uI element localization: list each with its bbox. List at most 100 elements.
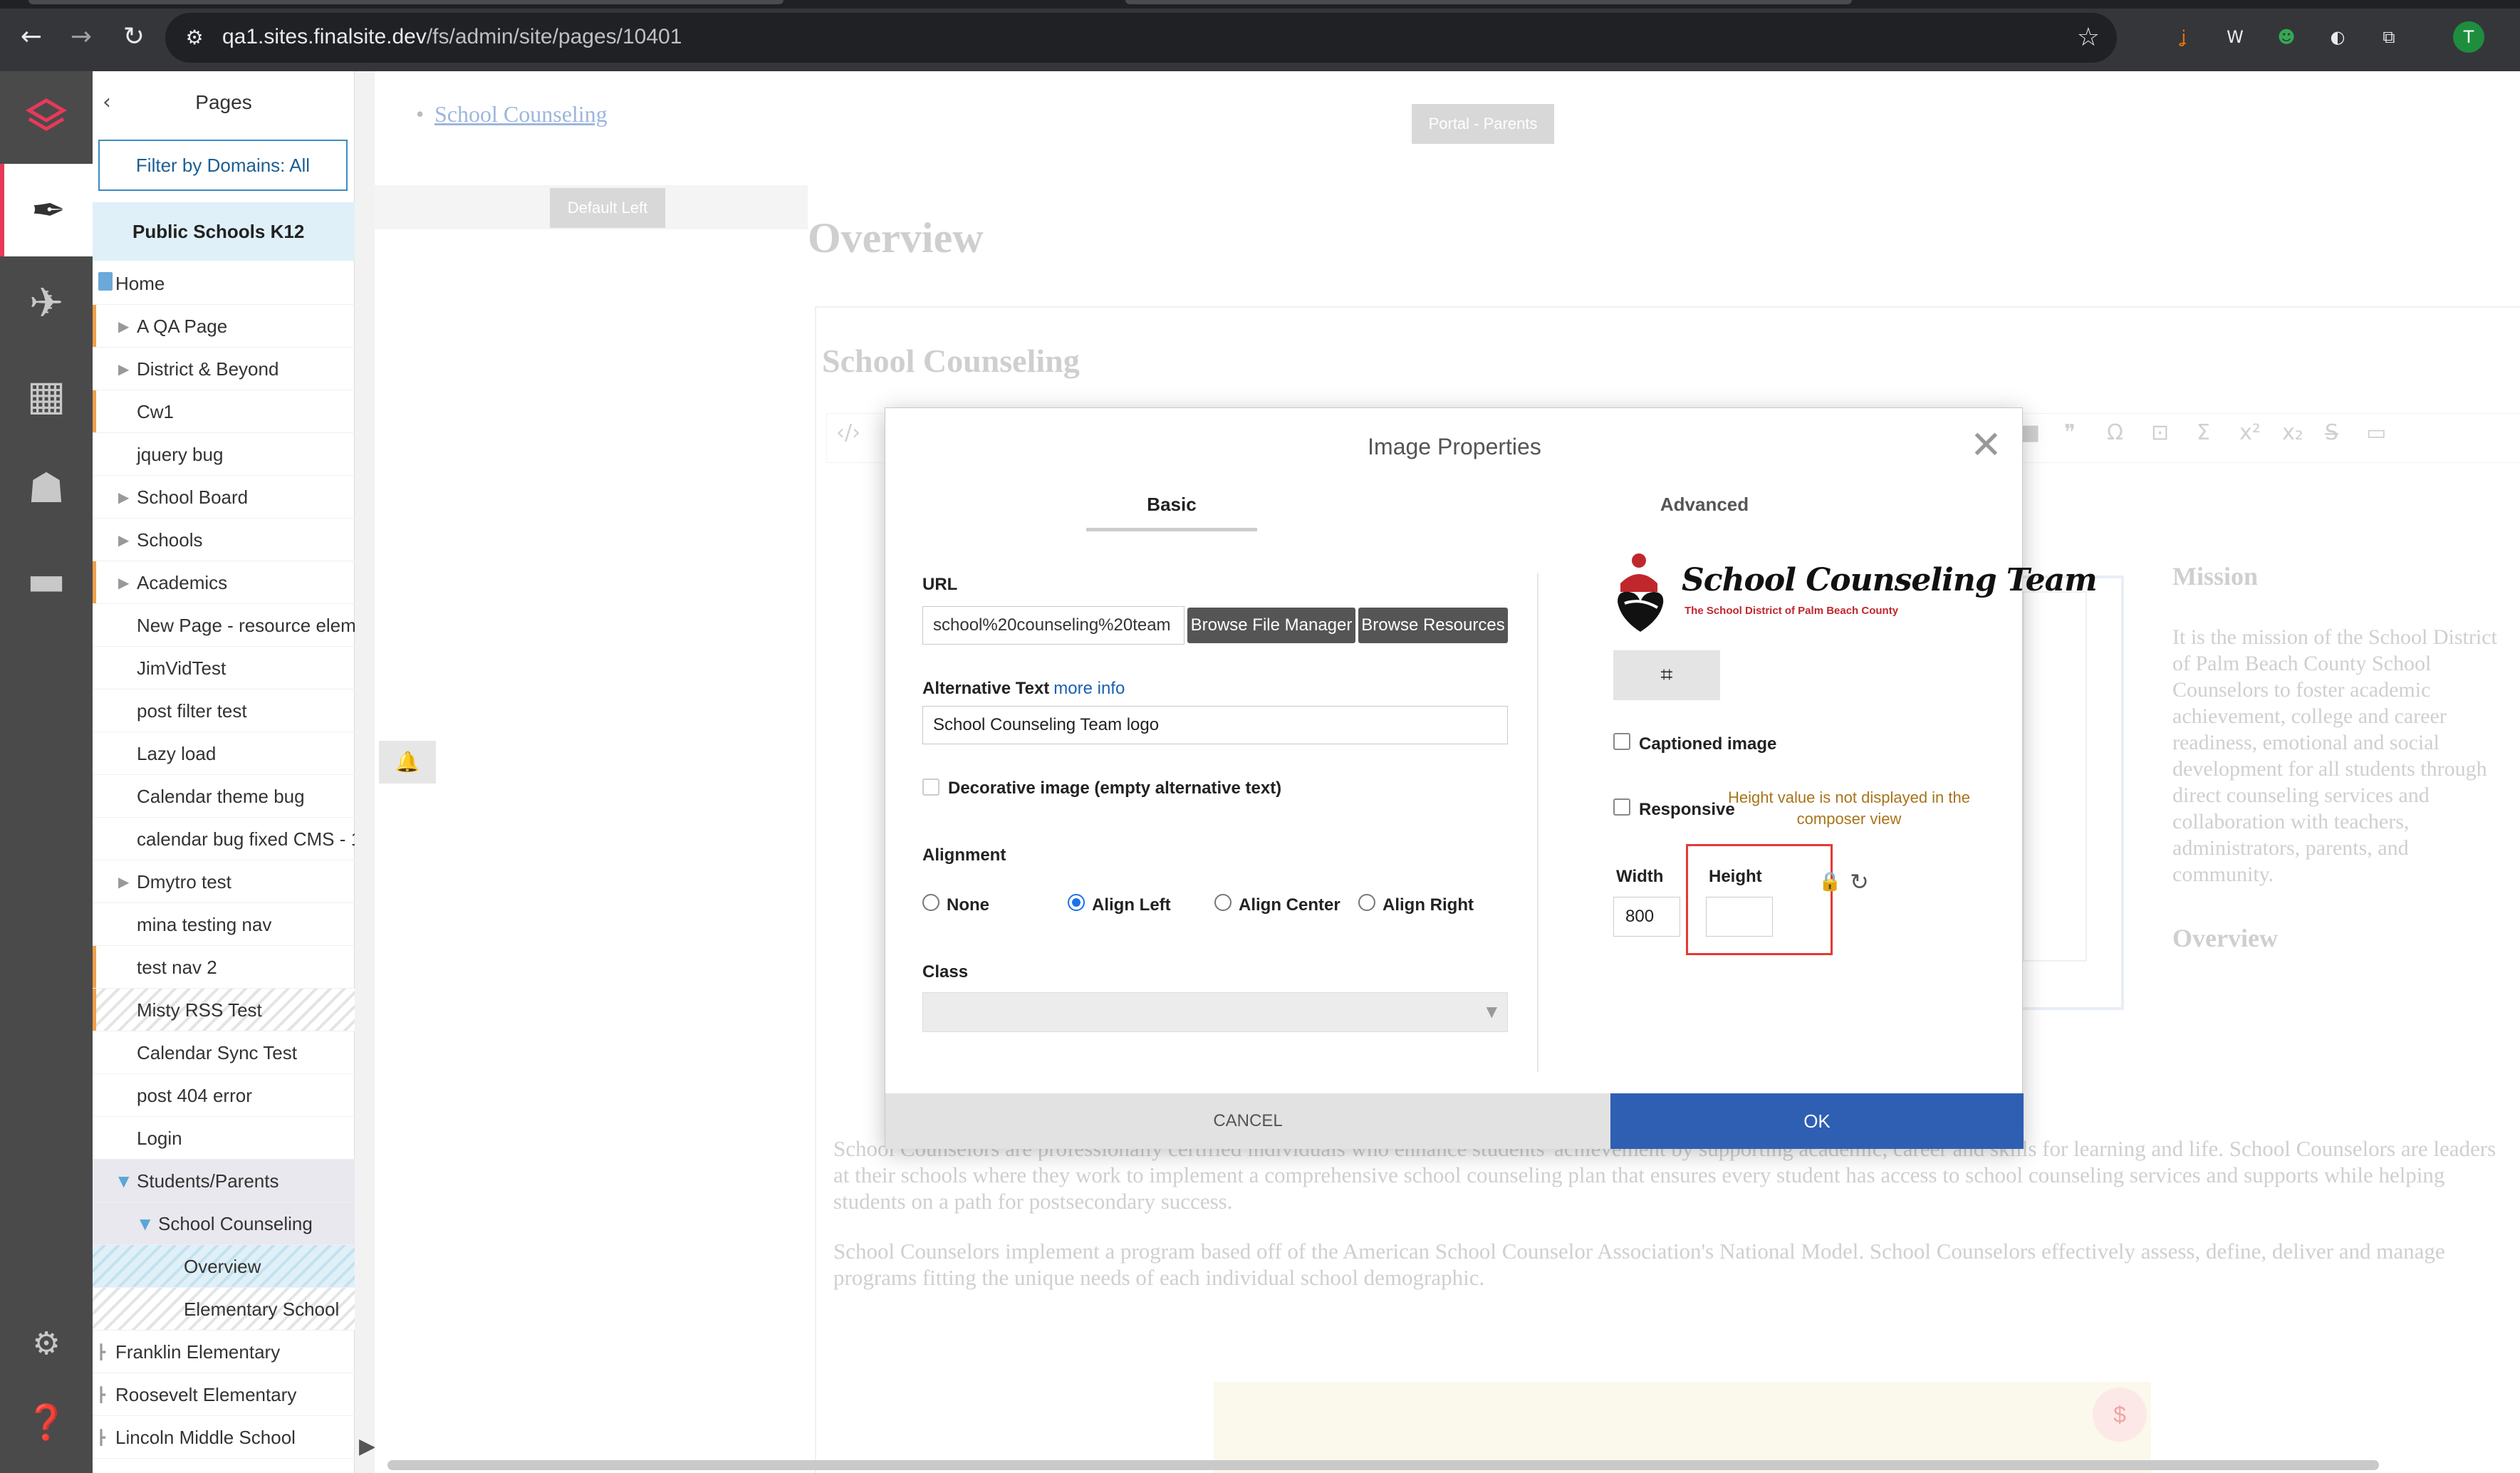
expand-arrow-icon[interactable]: ▶ bbox=[359, 1434, 375, 1459]
caret-right-icon[interactable]: ▶ bbox=[118, 476, 129, 518]
alignment-radio[interactable] bbox=[922, 894, 939, 911]
alignment-radio[interactable] bbox=[1068, 894, 1085, 911]
tree-item[interactable]: New Page - resource element bbox=[93, 604, 355, 647]
browse-resources-button[interactable]: Browse Resources bbox=[1358, 608, 1508, 643]
browse-file-manager-button[interactable]: Browse File Manager bbox=[1187, 608, 1355, 643]
alignment-radio[interactable] bbox=[1358, 894, 1375, 911]
tree-item[interactable]: ▶ A QA Page bbox=[93, 305, 355, 348]
rail-item-help[interactable]: ❓ bbox=[0, 1386, 93, 1457]
class-select[interactable]: ▼ bbox=[922, 992, 1508, 1032]
source-code-icon[interactable]: ‹/› bbox=[836, 420, 860, 445]
address-bar[interactable]: ⚙ qa1.sites.finalsite.dev/fs/admin/site/… bbox=[165, 13, 2117, 63]
tree-item[interactable]: JimVidTest bbox=[93, 647, 355, 689]
height-input[interactable] bbox=[1706, 897, 1773, 937]
filter-by-domains-button[interactable]: Filter by Domains: All bbox=[98, 140, 348, 191]
browser-tab[interactable] bbox=[28, 0, 783, 4]
blockquote-icon[interactable]: ❞ bbox=[2064, 420, 2076, 445]
forward-icon[interactable]: → bbox=[63, 19, 100, 56]
site-settings-icon[interactable]: ⚙ bbox=[181, 24, 208, 51]
url-text[interactable]: qa1.sites.finalsite.dev/fs/admin/site/pa… bbox=[222, 25, 682, 49]
caret-right-icon[interactable]: ▶ bbox=[118, 348, 129, 390]
dollar-icon[interactable]: $ bbox=[2093, 1388, 2147, 1442]
tree-item[interactable]: ▼ School Counseling bbox=[93, 1202, 355, 1245]
crop-button[interactable]: ⌗ bbox=[1613, 650, 1720, 700]
width-input[interactable]: 800 bbox=[1613, 897, 1680, 937]
rail-item-home[interactable] bbox=[0, 71, 93, 164]
book-icon[interactable]: ▭ bbox=[2366, 420, 2386, 445]
tree-item[interactable]: ▼ Students/Parents bbox=[93, 1160, 355, 1202]
caret-down-icon[interactable]: ▼ bbox=[140, 1202, 150, 1244]
browser-tab[interactable] bbox=[1125, 0, 1852, 4]
caret-right-icon[interactable]: ▶ bbox=[118, 561, 129, 603]
rail-item-composer[interactable]: ✒ bbox=[0, 164, 93, 256]
rail-item-dashboard[interactable]: ▦ bbox=[0, 349, 93, 442]
superscript-icon[interactable]: x² bbox=[2239, 420, 2261, 445]
tree-item[interactable]: ▶ Dmytro test bbox=[93, 860, 355, 903]
reset-size-icon[interactable]: ↻ bbox=[1850, 868, 1869, 895]
tree-item[interactable]: Login bbox=[93, 1117, 355, 1160]
caret-down-icon[interactable]: ▼ bbox=[118, 1160, 129, 1202]
breadcrumb-link[interactable]: School Counseling bbox=[416, 101, 608, 127]
embed-icon[interactable]: ⊡ bbox=[2151, 420, 2169, 445]
j-icon[interactable]: ʝ bbox=[2168, 21, 2199, 53]
tree-item[interactable]: post filter test bbox=[93, 689, 355, 732]
domain-row[interactable]: Public Schools K12 bbox=[93, 202, 355, 261]
url-input[interactable]: school%20counseling%20team bbox=[922, 606, 1184, 645]
rail-item-files[interactable]: ▬ bbox=[0, 534, 93, 627]
tree-item[interactable]: ▶ Academics bbox=[93, 561, 355, 604]
close-icon[interactable]: ✕ bbox=[1970, 422, 2002, 467]
bookmark-star-icon[interactable]: ☆ bbox=[2077, 23, 2100, 52]
omega-icon[interactable]: Ω bbox=[2107, 420, 2123, 445]
back-icon[interactable]: ← bbox=[13, 19, 50, 56]
caret-right-icon[interactable]: ▶ bbox=[118, 305, 129, 347]
caret-right-icon[interactable]: ┣ bbox=[97, 1373, 105, 1415]
rail-item-settings[interactable]: ⚙ bbox=[0, 1308, 93, 1379]
tree-item[interactable]: calendar bug fixed CMS - 1 bbox=[93, 818, 355, 860]
tab-advanced[interactable]: Advanced bbox=[1619, 494, 1790, 516]
reload-icon[interactable]: ↻ bbox=[115, 19, 152, 56]
tree-item[interactable]: jquery bug bbox=[93, 433, 355, 476]
tree-item[interactable]: Misty RSS Test bbox=[93, 989, 355, 1031]
w-icon[interactable]: W bbox=[2219, 21, 2251, 53]
sigma-icon[interactable]: Σ bbox=[2197, 420, 2210, 445]
rail-item-publish[interactable]: ✈ bbox=[0, 256, 93, 349]
responsive-checkbox[interactable] bbox=[1613, 798, 1630, 816]
puzzle-icon[interactable]: ⧉ bbox=[2373, 21, 2405, 53]
tree-item[interactable]: ▶ School Board bbox=[93, 476, 355, 519]
bell-icon[interactable]: 🔔 bbox=[379, 741, 436, 784]
rail-item-people[interactable]: ☗ bbox=[0, 442, 93, 534]
tree-item[interactable]: test nav 2 bbox=[93, 946, 355, 989]
horizontal-scrollbar[interactable] bbox=[387, 1460, 2379, 1470]
caret-right-icon[interactable]: ┣ bbox=[97, 1416, 105, 1458]
more-info-link[interactable]: more info bbox=[1053, 679, 1125, 698]
subscript-icon[interactable]: x₂ bbox=[2282, 420, 2303, 445]
tree-item[interactable]: Home bbox=[93, 262, 355, 305]
tree-item[interactable]: ▶ District & Beyond bbox=[93, 348, 355, 390]
tree-item[interactable]: Calendar Sync Test bbox=[93, 1031, 355, 1074]
decorative-image-checkbox[interactable] bbox=[922, 779, 939, 796]
globe-icon[interactable]: ◐ bbox=[2322, 21, 2353, 53]
lock-icon[interactable]: 🔒 bbox=[1818, 871, 1841, 892]
strikethrough-icon[interactable]: S̶ bbox=[2325, 420, 2338, 445]
profile-avatar[interactable]: T bbox=[2453, 21, 2484, 53]
tab-basic[interactable]: Basic bbox=[1086, 494, 1257, 516]
tree-item[interactable]: post 404 error bbox=[93, 1074, 355, 1117]
tree-item[interactable]: ┣ Lincoln Middle School bbox=[93, 1416, 355, 1459]
tree-item[interactable]: ▶ Schools bbox=[93, 519, 355, 561]
tree-item[interactable]: Lazy load bbox=[93, 732, 355, 775]
tree-item[interactable]: Overview bbox=[93, 1245, 355, 1288]
tree-item[interactable]: mina testing nav bbox=[93, 903, 355, 946]
tree-item[interactable]: ┣ Roosevelt Elementary bbox=[93, 1373, 355, 1416]
alignment-radio[interactable] bbox=[1214, 894, 1232, 911]
alt-text-input[interactable]: School Counseling Team logo bbox=[922, 706, 1508, 744]
tree-item[interactable]: Cw1 bbox=[93, 390, 355, 433]
tree-item[interactable]: ┣ Franklin Elementary bbox=[93, 1331, 355, 1373]
robot-icon[interactable]: ☻ bbox=[2271, 21, 2302, 53]
captioned-image-checkbox[interactable] bbox=[1613, 733, 1630, 750]
caret-right-icon[interactable]: ▶ bbox=[118, 860, 129, 902]
caret-right-icon[interactable]: ▶ bbox=[118, 519, 129, 561]
tree-item[interactable]: Calendar theme bug bbox=[93, 775, 355, 818]
ok-button[interactable]: OK bbox=[1610, 1093, 2024, 1149]
cancel-button[interactable]: CANCEL bbox=[885, 1093, 1610, 1149]
caret-right-icon[interactable]: ┣ bbox=[97, 1331, 105, 1373]
